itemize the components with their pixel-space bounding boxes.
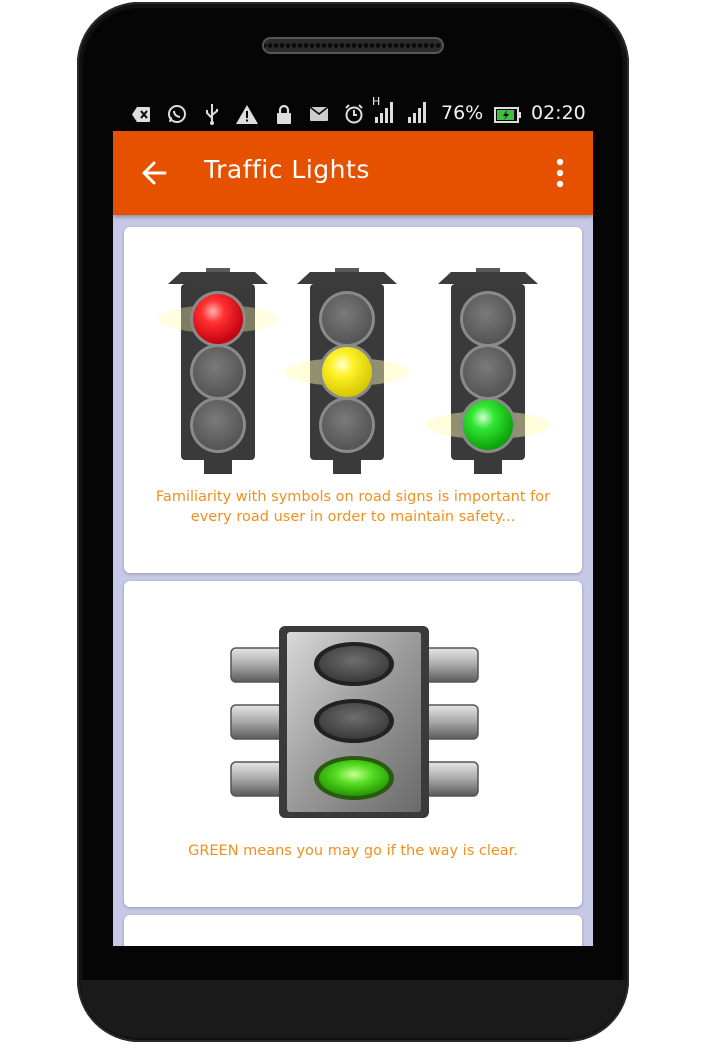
info-card[interactable]: GREEN means you may go if the way is cle… — [124, 581, 582, 907]
page-title: Traffic Lights — [204, 155, 370, 184]
back-arrow-icon — [142, 161, 167, 185]
traffic-light-yellow — [285, 268, 409, 474]
traffic-light-red — [158, 268, 278, 474]
signal-icon-2 — [408, 101, 430, 123]
back-button[interactable] — [135, 153, 175, 193]
whatsapp-icon — [166, 104, 188, 124]
app-bar: Traffic Lights — [113, 131, 593, 215]
lock-icon — [275, 104, 293, 124]
traffic-light-green-small — [426, 268, 550, 474]
battery-percent: 76% — [441, 102, 484, 124]
info-card[interactable] — [124, 915, 582, 946]
speaker-grille — [262, 37, 444, 54]
more-vert-icon — [556, 158, 564, 188]
usb-icon — [203, 104, 221, 125]
three-traffic-lights-image — [158, 268, 550, 474]
green-traffic-light-image — [230, 626, 479, 818]
traffic-light-green — [230, 626, 479, 818]
card-description: GREEN means you may go if the way is cle… — [188, 843, 518, 859]
signal-icon — [375, 101, 397, 123]
status-bar: H 76% 02:20 — [113, 96, 593, 131]
warning-icon — [236, 104, 258, 124]
info-card[interactable]: Familiarity with symbols on road signs i… — [124, 227, 582, 573]
alarm-icon — [343, 104, 365, 124]
battery-icon — [493, 105, 523, 125]
overflow-menu-button[interactable] — [549, 157, 571, 189]
notification-icon — [131, 104, 151, 124]
clock: 02:20 — [531, 102, 586, 124]
screen: H 76% 02:20 Traffic Lights Familiarity w… — [113, 96, 593, 946]
card-description: Familiarity with symbols on road signs i… — [155, 489, 551, 525]
phone-chin — [80, 980, 626, 1038]
mail-icon — [309, 104, 329, 124]
